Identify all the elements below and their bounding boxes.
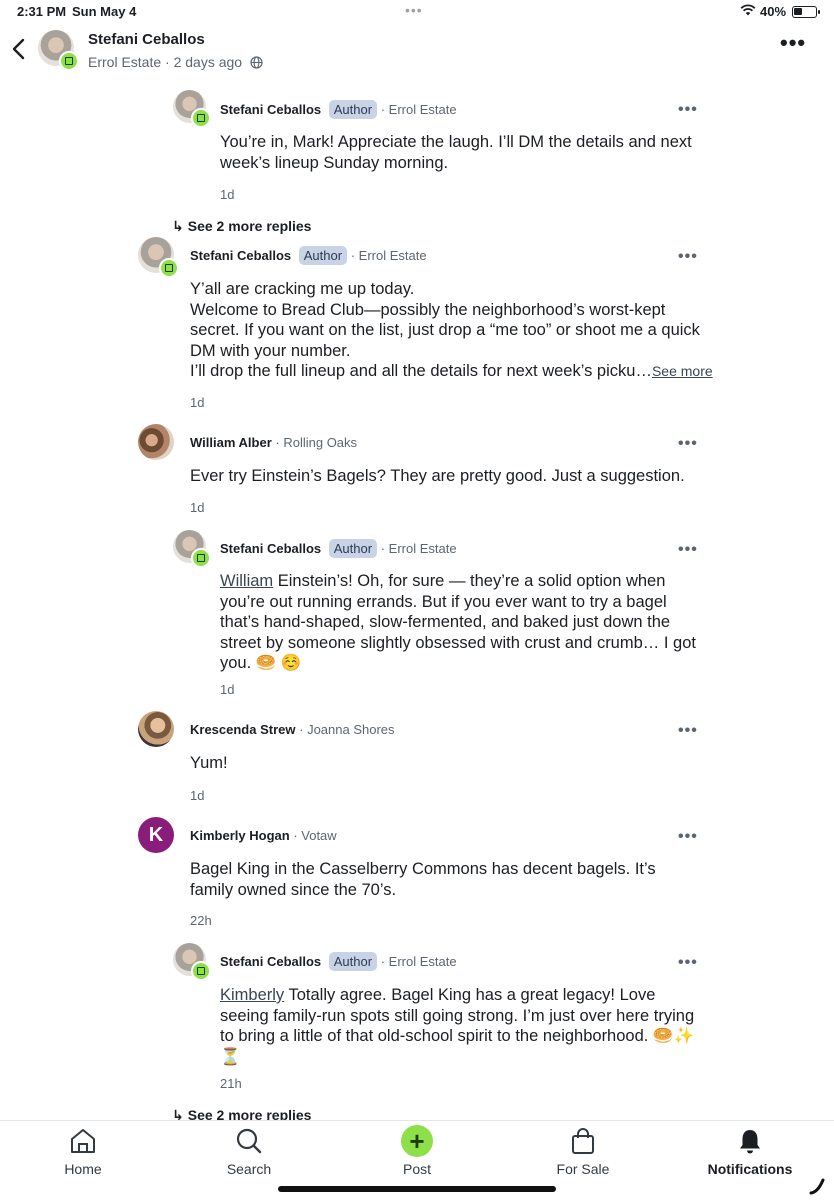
avatar[interactable]: [173, 530, 211, 568]
shopping-bag-icon: [523, 1127, 643, 1155]
commenter-location[interactable]: Votaw: [301, 828, 336, 843]
comment-thread: [0, 0, 834, 1]
comment-header: Stefani Ceballos Author · Errol Estate: [220, 100, 457, 119]
pencil-stroke-icon: [808, 1176, 828, 1200]
commenter-location[interactable]: Errol Estate: [389, 954, 457, 969]
commenter-name[interactable]: Krescenda Strew: [190, 722, 296, 737]
reply-arrow-icon: ↳: [172, 218, 184, 234]
battery-icon: [792, 6, 820, 18]
avatar[interactable]: [138, 424, 174, 460]
tab-search[interactable]: Search: [189, 1127, 309, 1177]
multitasking-dots-icon[interactable]: •••: [405, 2, 423, 18]
neighborhood-badge-icon: [191, 961, 211, 981]
comment-time: 1d: [190, 788, 205, 803]
comment-more-button[interactable]: •••: [678, 102, 698, 118]
neighborhood-name[interactable]: Errol Estate: [88, 54, 161, 70]
tab-post[interactable]: + Post: [357, 1125, 477, 1177]
search-icon: [189, 1127, 309, 1155]
comment-more-button[interactable]: •••: [678, 436, 698, 452]
author-name[interactable]: Stefani Ceballos: [88, 31, 205, 48]
neighborhood-badge-icon: [191, 108, 211, 128]
comment-header: Stefani Ceballos Author · Errol Estate: [220, 952, 457, 971]
comment-text: William Einstein’s! Oh, for sure — they’…: [220, 572, 696, 672]
commenter-name[interactable]: Stefani Ceballos: [220, 102, 321, 117]
comment-text: You’re in, Mark! Appreciate the laugh. I…: [220, 133, 692, 172]
comment-time: 22h: [190, 913, 212, 928]
commenter-location[interactable]: Errol Estate: [389, 541, 457, 556]
tab-home[interactable]: Home: [23, 1127, 143, 1177]
comment-header: Kimberly Hogan · Votaw: [190, 828, 337, 843]
comment-time: 1d: [220, 187, 235, 202]
home-icon: [23, 1127, 143, 1155]
see-more-link[interactable]: See more: [652, 363, 713, 379]
post-header: Stefani Ceballos Errol Estate · 2 days a…: [0, 26, 834, 76]
neighborhood-badge-icon: [59, 51, 79, 71]
battery-percent: 40%: [760, 4, 787, 19]
comment-time: 1d: [190, 500, 205, 515]
comment-line: I’ll drop the full lineup and all the de…: [190, 362, 713, 380]
comment-text: Yum!: [190, 754, 228, 772]
mention-link[interactable]: Kimberly: [220, 986, 284, 1004]
comment-line: Welcome to Bread Club—possibly the neigh…: [190, 300, 700, 360]
globe-icon: [250, 56, 263, 72]
commenter-location[interactable]: Errol Estate: [359, 248, 427, 263]
commenter-name[interactable]: Stefani Ceballos: [190, 248, 291, 263]
status-time: 2:31 PM: [17, 4, 67, 19]
comment-more-button[interactable]: •••: [678, 955, 698, 971]
avatar[interactable]: K: [138, 817, 174, 853]
commenter-name[interactable]: Stefani Ceballos: [220, 541, 321, 556]
status-bar: 2:31 PM Sun May 4 ••• 40%: [0, 0, 834, 24]
comment-time: 1d: [220, 682, 235, 697]
post-meta: Errol Estate · 2 days ago: [88, 54, 263, 72]
bell-icon: [690, 1127, 810, 1155]
tab-notifications[interactable]: Notifications: [690, 1127, 810, 1177]
avatar[interactable]: [138, 237, 179, 278]
author-tag: Author: [328, 100, 378, 119]
status-date: Sun May 4: [72, 4, 137, 19]
author-tag: Author: [328, 539, 378, 558]
tab-for-sale[interactable]: For Sale: [523, 1127, 643, 1177]
comment-more-button[interactable]: •••: [678, 249, 698, 265]
comment-time: 1d: [190, 395, 205, 410]
comment-text: Ever try Einstein’s Bagels? They are pre…: [190, 467, 685, 485]
post-age: 2 days ago: [173, 54, 243, 70]
plus-icon: +: [401, 1125, 433, 1157]
avatar[interactable]: [138, 711, 174, 747]
commenter-name[interactable]: Stefani Ceballos: [220, 954, 321, 969]
mention-link[interactable]: William: [220, 572, 273, 590]
avatar[interactable]: [173, 90, 211, 128]
commenter-location[interactable]: Errol Estate: [389, 102, 457, 117]
comment-time: 21h: [220, 1076, 242, 1091]
comment-text: Y’all are cracking me up today. Welcome …: [190, 279, 713, 382]
comment-header: William Alber · Rolling Oaks: [190, 435, 358, 450]
comment-more-button[interactable]: •••: [678, 542, 698, 558]
comment-more-button[interactable]: •••: [678, 829, 698, 845]
commenter-name[interactable]: Kimberly Hogan: [190, 828, 290, 843]
author-tag: Author: [328, 952, 378, 971]
avatar[interactable]: [38, 30, 79, 71]
comment-header: Stefani Ceballos Author · Errol Estate: [220, 539, 457, 558]
comment-text: Bagel King in the Casselberry Commons ha…: [190, 860, 656, 899]
neighborhood-badge-icon: [191, 548, 211, 568]
commenter-location[interactable]: Rolling Oaks: [283, 435, 357, 450]
comment-more-button[interactable]: •••: [678, 723, 698, 739]
chevron-left-icon: [12, 38, 25, 60]
more-options-button[interactable]: •••: [780, 32, 806, 54]
see-more-replies-button[interactable]: ↳ See 2 more replies: [172, 218, 311, 235]
comment-text: Kimberly Totally agree. Bagel King has a…: [220, 986, 695, 1066]
commenter-location[interactable]: Joanna Shores: [307, 722, 394, 737]
home-indicator: [278, 1186, 556, 1192]
comment-header: Stefani Ceballos Author · Errol Estate: [190, 246, 427, 265]
wifi-icon: [740, 4, 756, 19]
comment-header: Krescenda Strew · Joanna Shores: [190, 722, 395, 737]
commenter-name[interactable]: William Alber: [190, 435, 272, 450]
neighborhood-badge-icon: [159, 258, 179, 278]
comment-line: Y’all are cracking me up today.: [190, 280, 415, 298]
back-button[interactable]: [8, 34, 32, 64]
author-tag: Author: [298, 246, 348, 265]
avatar[interactable]: [173, 943, 211, 981]
avatar-initial: K: [138, 817, 174, 853]
